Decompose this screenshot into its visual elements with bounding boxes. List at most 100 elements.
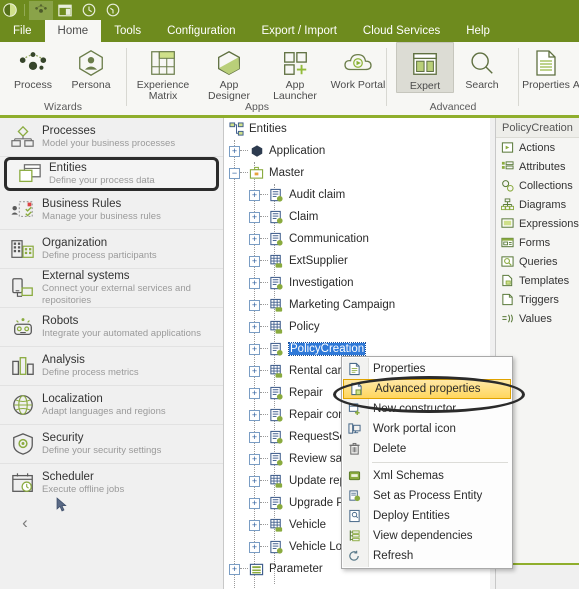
tree-expander-plus[interactable]: + — [229, 145, 240, 157]
tree-node-communication[interactable]: + Communication — [224, 228, 494, 250]
mouse-cursor-icon — [56, 497, 68, 516]
context-menu-item-view-dependencies[interactable]: View dependencies — [342, 526, 512, 546]
entity-grid-icon — [268, 517, 285, 533]
tab-configuration[interactable]: Configuration — [154, 20, 248, 42]
sidebar-item-scheduler[interactable]: Scheduler Execute offline jobs — [0, 464, 223, 502]
tab-export-import[interactable]: Export / Import — [248, 20, 349, 42]
tree-node-audit-claim[interactable]: + Audit claim — [224, 184, 494, 206]
tree-expander-plus[interactable]: + — [249, 233, 260, 245]
ribbon-button-expert[interactable]: Expert — [396, 42, 454, 93]
sidebar-item-localization[interactable]: Localization Adapt languages and regions — [0, 386, 223, 425]
right-panel-item-collections[interactable]: Collections — [496, 176, 579, 195]
analysis-icon — [8, 351, 38, 381]
tree-expander-plus[interactable]: + — [249, 321, 260, 333]
sidebar-subtitle-analysis: Define process metrics — [42, 366, 139, 378]
sidebar-item-business-rules[interactable]: Business Rules Manage your business rule… — [0, 191, 223, 230]
tree-expander-plus[interactable]: + — [249, 299, 260, 311]
context-menu-item-work-portal-icon[interactable]: Work portal icon — [342, 419, 512, 439]
sidebar-item-organization[interactable]: Organization Define process participants — [0, 230, 223, 269]
context-menu-item-deploy-entities[interactable]: Deploy Entities — [342, 506, 512, 526]
tree-node-extsupplier[interactable]: + ExtSupplier — [224, 250, 494, 272]
tree-expander-plus[interactable]: + — [249, 541, 260, 553]
right-panel-item-forms[interactable]: Forms — [496, 233, 579, 252]
right-panel-item-actions[interactable]: Actions — [496, 138, 579, 157]
tree-label-vehicle: Vehicle — [289, 519, 327, 531]
ribbon-button-experience-matrix[interactable]: Experience Matrix — [130, 42, 196, 102]
sidebar-item-entities[interactable]: Entities Define your process data — [4, 157, 219, 191]
sidebar-item-security[interactable]: Security Define your security settings — [0, 425, 223, 464]
tree-expander-plus[interactable]: + — [249, 189, 260, 201]
tree-label-master: Master — [269, 167, 305, 179]
tab-tools[interactable]: Tools — [101, 20, 154, 42]
right-panel-item-expressions[interactable]: Expressions — [496, 214, 579, 233]
ribbon-button-actions[interactable]: Ac — [568, 42, 579, 91]
tree-expander-plus[interactable]: + — [229, 563, 240, 575]
right-panel-item-queries[interactable]: Queries — [496, 252, 579, 271]
context-menu-label-view-dependencies: View dependencies — [373, 530, 473, 542]
ribbon-button-app-designer[interactable]: App Designer — [196, 42, 262, 102]
tree-expander-plus[interactable]: + — [249, 211, 260, 223]
tab-home[interactable]: Home — [44, 20, 102, 42]
tree-expander-plus[interactable]: + — [249, 497, 260, 509]
tree-expander-plus[interactable]: + — [249, 453, 260, 465]
ribbon-button-properties[interactable]: Properties — [522, 42, 570, 91]
ribbon-button-persona[interactable]: Persona — [62, 42, 120, 91]
tree-expander-plus[interactable]: + — [249, 519, 260, 531]
context-menu-item-set-as-process-entity[interactable]: Set as Process Entity — [342, 486, 512, 506]
tree-expander-plus[interactable]: + — [249, 255, 260, 267]
tab-help[interactable]: Help — [453, 20, 503, 42]
tab-cloud-services[interactable]: Cloud Services — [350, 20, 453, 42]
new-constructor-icon — [342, 399, 367, 419]
tree-connector — [260, 436, 268, 438]
right-panel-item-diagrams[interactable]: Diagrams — [496, 195, 579, 214]
sidebar-item-external-systems[interactable]: External systems Connect your external s… — [0, 269, 223, 308]
tree-expander-plus[interactable]: + — [249, 387, 260, 399]
ribbon-button-search[interactable]: Search — [454, 42, 510, 91]
sidebar-title-scheduler: Scheduler — [42, 470, 94, 483]
context-menu-label-new-constructor: New constructor — [373, 403, 457, 415]
layout-panels-icon[interactable] — [53, 1, 77, 20]
scheduler-icon — [8, 468, 38, 498]
tree-node-claim[interactable]: + Claim — [224, 206, 494, 228]
right-panel-item-values[interactable]: Values — [496, 309, 579, 328]
tree-expander-plus[interactable]: + — [249, 277, 260, 289]
context-menu-item-new-constructor[interactable]: New constructor — [342, 399, 512, 419]
tree-expander-plus[interactable]: + — [249, 431, 260, 443]
tab-file[interactable]: File — [0, 20, 45, 42]
sidebar-subtitle-organization: Define process participants — [42, 249, 157, 261]
sidebar-item-analysis[interactable]: Analysis Define process metrics — [0, 347, 223, 386]
context-menu-item-xml-schemas[interactable]: Xml Schemas — [342, 466, 512, 486]
tree-node-investigation[interactable]: + Investigation — [224, 272, 494, 294]
clock-up-icon[interactable] — [101, 1, 125, 20]
sidebar-item-processes[interactable]: Processes Model your business processes — [0, 118, 223, 157]
tree-root-entities[interactable]: Entities — [224, 118, 494, 140]
tree-expander-plus[interactable]: + — [249, 409, 260, 421]
right-panel-label-diagrams: Diagrams — [519, 198, 567, 211]
sidebar-title-business-rules: Business Rules — [42, 197, 122, 210]
tree-expander-minus[interactable]: − — [229, 167, 240, 179]
right-panel-label-queries: Queries — [519, 255, 558, 268]
tree-expander-plus[interactable]: + — [249, 475, 260, 487]
context-menu-item-refresh[interactable]: Refresh — [342, 546, 512, 566]
tree-node-master[interactable]: − Master — [224, 162, 494, 184]
clock-down-icon[interactable] — [77, 1, 101, 20]
ribbon-button-work-portal[interactable]: Work Portal — [328, 42, 388, 91]
sidebar-item-robots[interactable]: Robots Integrate your automated applicat… — [0, 308, 223, 347]
tree-expander-plus[interactable]: + — [249, 365, 260, 377]
tree-node-application[interactable]: + Application — [224, 140, 494, 162]
ribbon-button-app-launcher[interactable]: App Launcher — [262, 42, 328, 102]
business-rules-icon — [8, 195, 38, 225]
right-panel-item-triggers[interactable]: Triggers — [496, 290, 579, 309]
ribbon-button-process[interactable]: Process — [4, 42, 62, 91]
process-view-icon[interactable] — [29, 0, 53, 20]
context-menu-item-delete[interactable]: Delete — [342, 439, 512, 459]
context-menu-item-properties[interactable]: Properties — [342, 359, 512, 379]
ribbon-group-label-wizards: Wizards — [44, 101, 82, 113]
context-menu-item-advanced-properties[interactable]: Advanced properties — [343, 379, 511, 399]
right-panel-item-attributes[interactable]: Attributes — [496, 157, 579, 176]
tree-node-policy[interactable]: + Policy — [224, 316, 494, 338]
sidebar-collapse-button[interactable]: ‹ — [0, 502, 50, 544]
tree-node-marketing-campaign[interactable]: + Marketing Campaign — [224, 294, 494, 316]
tree-expander-plus[interactable]: + — [249, 343, 260, 355]
right-panel-item-templates[interactable]: Templates — [496, 271, 579, 290]
